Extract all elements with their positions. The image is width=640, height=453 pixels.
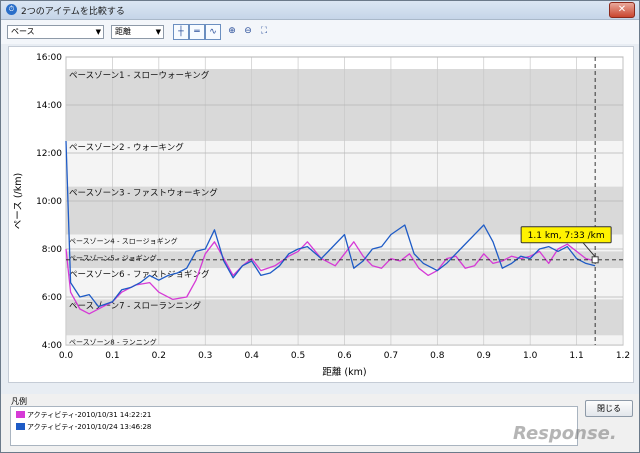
legend-swatch <box>16 423 25 430</box>
x-tick-label: 1.0 <box>523 351 538 361</box>
legend-label: アクティビティ-2010/10/31 14:22:21 <box>27 411 152 419</box>
legend-item: アクティビティ-2010/10/24 13:46:28 <box>16 422 151 432</box>
watermark-logo: Response. <box>513 423 617 444</box>
x-tick-label: 0.1 <box>105 351 119 361</box>
pace-zone-label: ペースゾーン2 - ウォーキング <box>69 142 184 153</box>
grid-icon[interactable]: ┼ <box>173 24 189 40</box>
x-tick-label: 1.1 <box>569 351 583 361</box>
x-tick-label: 0.9 <box>477 351 492 361</box>
horizontal-lines-icon[interactable]: ═ <box>189 24 205 40</box>
pace-zone-label: ペースゾーン3 - ファストウォーキング <box>69 188 218 199</box>
pace-zone-label: ペースゾーン1 - スローウォーキング <box>69 70 210 81</box>
x-tick-label: 0.7 <box>384 351 398 361</box>
pace-zone-label: ペースゾーン5 - ジョギング <box>69 253 157 262</box>
x-tick-label: 0.5 <box>291 351 305 361</box>
axis-select[interactable]: 距離 ▼ <box>111 25 164 39</box>
pace-zone-label: ペースゾーン8 - ランニング <box>69 337 157 346</box>
legend-label: アクティビティ-2010/10/24 13:46:28 <box>27 423 152 431</box>
cursor-tooltip-text: 1.1 km, 7:33 /km <box>528 231 605 241</box>
axis-select-value: 距離 <box>115 27 131 36</box>
metric-select[interactable]: ペース ▼ <box>7 25 104 39</box>
toolbar: ペース ▼ 距離 ▼ ┼ ═ ∿ ⊕ ⊖ ⛶ <box>1 20 639 44</box>
y-tick-label: 8:00 <box>42 245 62 255</box>
pace-zone-label: ペースゾーン7 - スローランニング <box>69 300 202 311</box>
y-tick-label: 6:00 <box>42 293 62 303</box>
chevron-down-icon: ▼ <box>155 28 161 36</box>
y-axis-title: ペース (/km) <box>13 173 24 229</box>
x-tick-label: 0.3 <box>198 351 212 361</box>
legend-list: アクティビティ-2010/10/31 14:22:21 アクティビティ-2010… <box>10 406 578 446</box>
smooth-line-icon[interactable]: ∿ <box>205 24 221 40</box>
metric-select-value: ペース <box>11 27 35 36</box>
legend-item: アクティビティ-2010/10/31 14:22:21 <box>16 410 151 420</box>
x-tick-label: 0.0 <box>59 351 74 361</box>
x-tick-label: 0.2 <box>152 351 166 361</box>
y-tick-label: 16:00 <box>36 53 62 63</box>
window-close-button[interactable]: ✕ <box>609 2 635 18</box>
zoom-out-icon[interactable]: ⊖ <box>241 24 255 38</box>
y-tick-label: 12:00 <box>36 149 62 159</box>
chart-panel: 0.0 0.1 0.2 0.3 0.4 0.5 0.6 0.7 0.8 0.9 1.0 1.1 1.2 4… <box>8 46 634 383</box>
legend-swatch <box>16 411 25 418</box>
fit-icon[interactable]: ⛶ <box>257 24 271 38</box>
x-tick-label: 0.8 <box>430 351 445 361</box>
x-tick-label: 0.6 <box>337 351 352 361</box>
chevron-down-icon: ▼ <box>95 28 101 36</box>
x-tick-label: 1.2 <box>616 351 630 361</box>
x-axis-title: 距離 (km) <box>322 366 366 378</box>
y-tick-label: 10:00 <box>36 197 62 207</box>
y-tick-label: 4:00 <box>42 341 62 351</box>
cursor-marker <box>591 256 599 264</box>
pace-zone-label: ペースゾーン4 - スロージョギング <box>69 237 178 246</box>
title-bar: ⏱ 2つのアイテムを比較する ✕ <box>1 1 639 20</box>
window-title: 2つのアイテムを比較する <box>21 7 125 17</box>
y-tick-label: 14:00 <box>36 101 62 111</box>
pace-zone-label: ペースゾーン6 - ファストジョギング <box>69 269 210 280</box>
compare-window: ⏱ 2つのアイテムを比較する ✕ ペース ▼ 距離 ▼ ┼ ═ ∿ ⊕ ⊖ ⛶ … <box>0 0 640 453</box>
zoom-in-icon[interactable]: ⊕ <box>225 24 239 38</box>
pace-chart[interactable]: 0.0 0.1 0.2 0.3 0.4 0.5 0.6 0.7 0.8 0.9 1.0 1.1 1.2 4… <box>9 47 633 382</box>
x-tick-label: 0.4 <box>245 351 260 361</box>
app-icon: ⏱ <box>6 4 17 15</box>
close-button[interactable]: 閉じる <box>585 400 633 417</box>
